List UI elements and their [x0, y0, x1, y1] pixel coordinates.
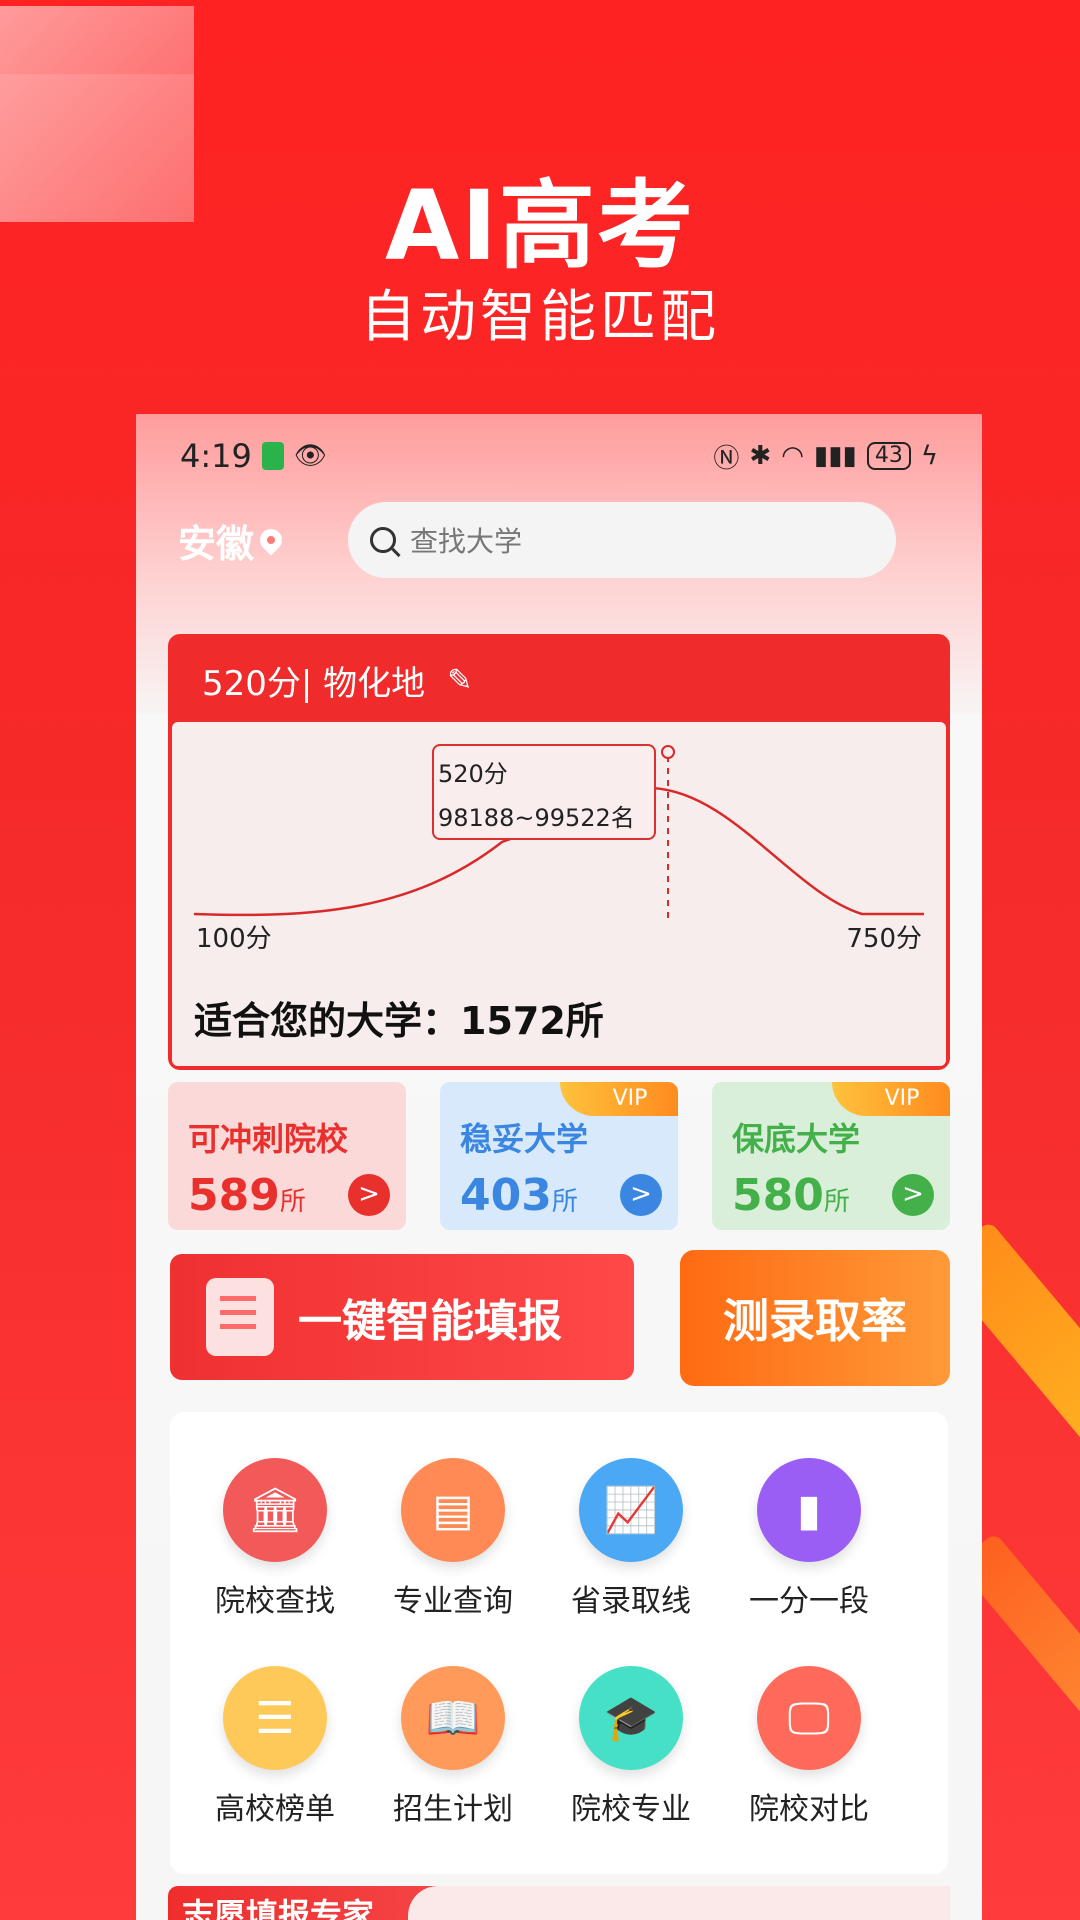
tier-count-unit: 所	[823, 1187, 850, 1217]
action-buttons: 一键智能填报 测录取率	[170, 1250, 950, 1386]
expert-banner[interactable]: 志愿填报专家	[168, 1886, 950, 1920]
grid-item-school-search[interactable]: 🏛 院校查找	[190, 1458, 360, 1620]
grid-label: 专业查询	[393, 1584, 513, 1619]
hero-subtitle: 自动智能匹配	[360, 285, 720, 350]
search-input[interactable]: 查找大学	[348, 502, 896, 578]
signal-icon: ▮▮▮	[813, 441, 857, 471]
tier-title: 可冲刺院校	[188, 1120, 349, 1158]
chevron-right-icon[interactable]: >	[348, 1174, 390, 1216]
battery-level: 43	[866, 442, 911, 470]
chevron-right-icon[interactable]: >	[892, 1174, 934, 1216]
tier-title: 保底大学	[732, 1120, 861, 1158]
tier-count-unit: 所	[551, 1187, 578, 1217]
chart-up-icon: 📈	[579, 1458, 683, 1562]
search-icon	[370, 527, 396, 553]
edit-icon[interactable]: ✎	[447, 663, 472, 698]
grid-item-score-rank[interactable]: ▮ 一分一段	[724, 1458, 894, 1620]
phone-screen: 4:19 👁 Ⓝ ✱ ◠ ▮▮▮ 43 ϟ 安徽 查找大学 520分| 物化地 …	[136, 414, 982, 1920]
tooltip-rank: 98188~99522名	[438, 804, 635, 832]
axis-min-label: 100分	[196, 924, 272, 954]
nfc-icon: Ⓝ	[713, 443, 740, 474]
grid-label: 招生计划	[393, 1792, 513, 1827]
tooltip-score: 520分	[438, 760, 508, 788]
grid-label: 一分一段	[749, 1584, 869, 1619]
book-icon: ▤	[401, 1458, 505, 1562]
list-icon: ☰	[223, 1666, 327, 1770]
location-selector[interactable]: 安徽	[178, 513, 348, 568]
tier-count-value: 580	[732, 1170, 824, 1221]
score-tooltip: 520分 98188~99522名	[432, 744, 656, 840]
grid-item-enrollment-plan[interactable]: 📖 招生计划	[368, 1666, 538, 1828]
tier-count-unit: 所	[279, 1187, 306, 1217]
status-bar: 4:19 👁 Ⓝ ✱ ◠ ▮▮▮ 43 ϟ	[180, 436, 938, 476]
bar-chart-icon: ▮	[757, 1458, 861, 1562]
tier-count-value: 403	[460, 1170, 552, 1221]
location-pin-icon	[255, 524, 287, 556]
score-summary: 520分| 物化地	[202, 663, 426, 704]
admission-rate-label: 测录取率	[723, 1294, 907, 1348]
document-edit-icon	[206, 1278, 274, 1356]
grid-label: 院校查找	[215, 1584, 335, 1619]
grid-label: 院校专业	[571, 1792, 691, 1827]
tier-card-safe[interactable]: VIP 稳妥大学 403所 >	[440, 1082, 678, 1230]
score-card-header: 520分| 物化地 ✎	[172, 638, 946, 722]
grid-item-school-compare[interactable]: 🖵 院校对比	[724, 1666, 894, 1828]
score-marker-dot	[661, 745, 675, 759]
graduation-cap-icon: 🎓	[579, 1666, 683, 1770]
fit-universities-count: 适合您的大学：1572所	[194, 999, 604, 1043]
expert-banner-title: 志愿填报专家	[182, 1896, 375, 1920]
header-row: 安徽 查找大学	[178, 502, 896, 578]
tier-card-reach[interactable]: 可冲刺院校 589所 >	[168, 1082, 406, 1230]
grid-label: 省录取线	[571, 1584, 691, 1619]
tier-count-value: 589	[188, 1170, 280, 1221]
wifi-icon: ◠	[781, 441, 804, 471]
grid-label: 院校对比	[749, 1792, 869, 1827]
score-distribution: 520分 98188~99522名 100分 750分 适合您的大学：1572所	[172, 722, 946, 1066]
compare-chart-icon: 🖵	[757, 1666, 861, 1770]
battery-saver-icon	[261, 442, 284, 470]
charging-icon: ϟ	[920, 441, 938, 471]
smart-fill-label: 一键智能填报	[298, 1296, 562, 1347]
location-label: 安徽	[178, 521, 255, 566]
admission-rate-button[interactable]: 测录取率	[680, 1250, 950, 1386]
grid-item-major-query[interactable]: ▤ 专业查询	[368, 1458, 538, 1620]
grid-item-university-ranking[interactable]: ☰ 高校榜单	[190, 1666, 360, 1828]
plan-book-icon: 📖	[401, 1666, 505, 1770]
axis-max-label: 750分	[846, 924, 922, 954]
search-placeholder: 查找大学	[410, 525, 523, 558]
feature-grid: 🏛 院校查找 ▤ 专业查询 📈 省录取线 ▮ 一分一段 ☰ 高校榜单 📖 招生计…	[170, 1412, 948, 1874]
building-icon: 🏛	[223, 1458, 327, 1562]
hero-title: AI高考	[384, 170, 695, 282]
tier-card-backup[interactable]: VIP 保底大学 580所 >	[712, 1082, 950, 1230]
smart-fill-button[interactable]: 一键智能填报	[170, 1254, 634, 1380]
tier-title: 稳妥大学	[460, 1120, 589, 1158]
vip-badge: VIP	[832, 1082, 950, 1116]
chevron-right-icon[interactable]: >	[620, 1174, 662, 1216]
vip-badge: VIP	[560, 1082, 678, 1116]
grid-item-province-line[interactable]: 📈 省录取线	[546, 1458, 716, 1620]
eye-icon: 👁	[293, 441, 327, 471]
grid-item-school-major[interactable]: 🎓 院校专业	[546, 1666, 716, 1828]
grid-label: 高校榜单	[215, 1792, 335, 1827]
bluetooth-icon: ✱	[749, 441, 772, 471]
status-time: 4:19	[180, 437, 252, 475]
tier-cards: 可冲刺院校 589所 > VIP 稳妥大学 403所 > VIP 保底大学 58…	[168, 1082, 950, 1230]
score-card[interactable]: 520分| 物化地 ✎ 520分 98188~99522名 100分 750分 …	[168, 634, 950, 1070]
